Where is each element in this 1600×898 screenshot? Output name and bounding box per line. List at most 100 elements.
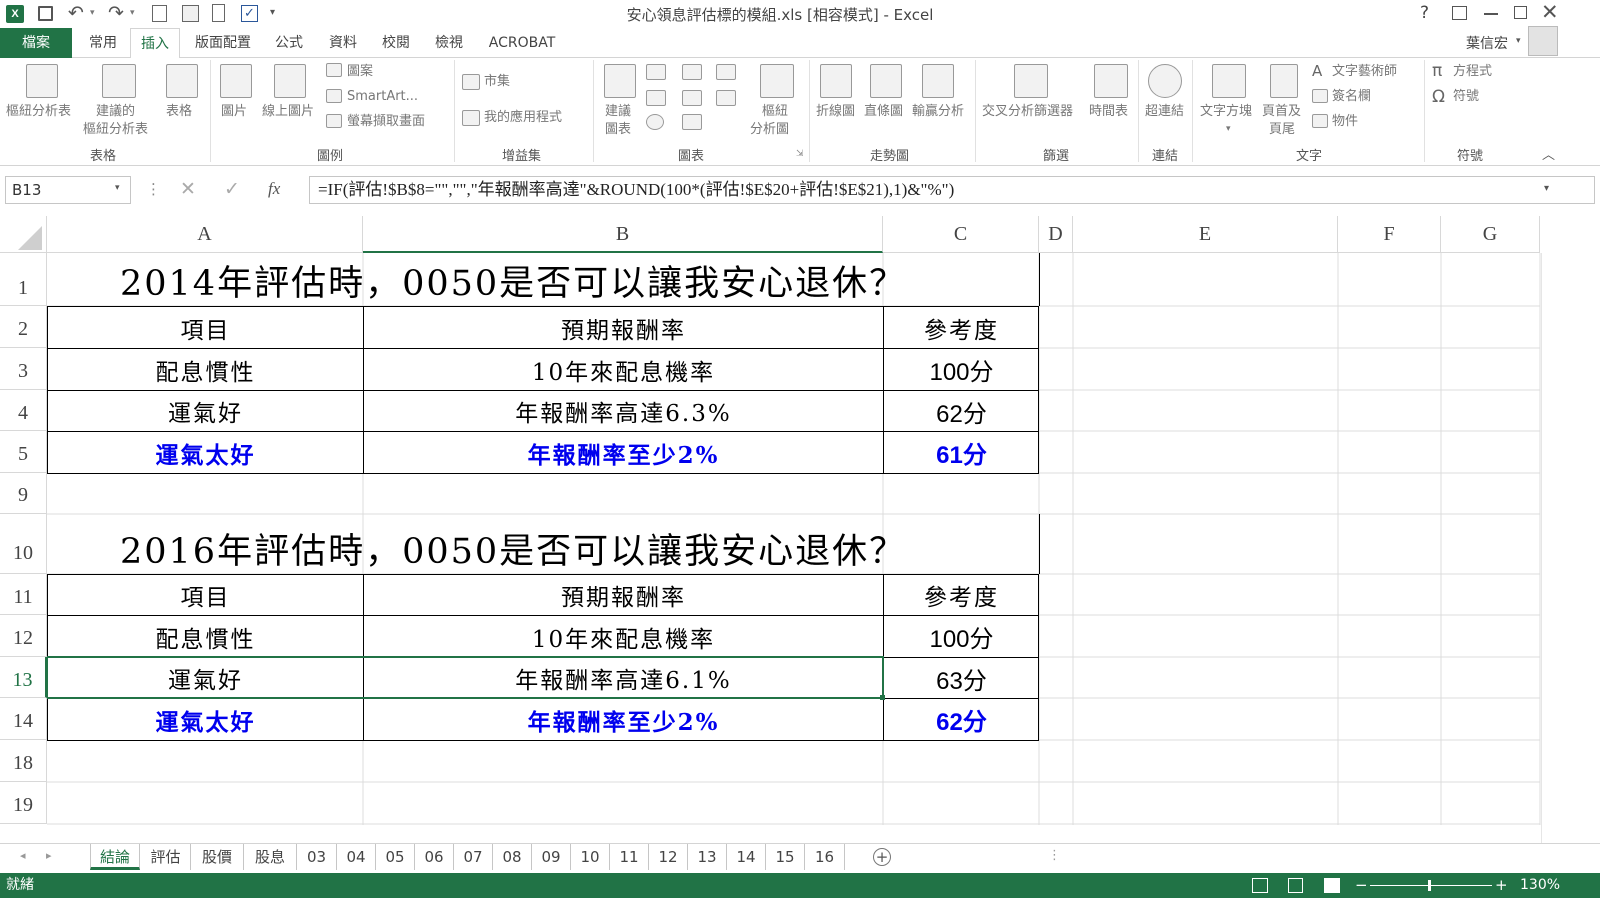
table1-r2-return[interactable]: 年報酬率高達6.3% xyxy=(364,391,883,431)
bar-chart-icon[interactable] xyxy=(682,64,702,80)
sheet-tab[interactable]: 11 xyxy=(610,844,649,870)
wordart-button[interactable]: 文字藝術師 xyxy=(1332,63,1397,80)
tab-review[interactable]: 校閱 xyxy=(372,28,420,58)
enter-icon[interactable]: ✓ xyxy=(224,178,240,200)
tab-page-layout[interactable]: 版面配置 xyxy=(186,28,260,58)
table2-r3-score[interactable]: 62分 xyxy=(884,699,1039,740)
row-header-13[interactable]: 13 xyxy=(0,657,47,698)
column-header-d[interactable]: D xyxy=(1039,216,1073,253)
sparkline-winloss-button[interactable]: 輸贏分析 xyxy=(912,103,964,120)
tab-data[interactable]: 資料 xyxy=(318,28,368,58)
timeline-icon[interactable] xyxy=(1094,64,1128,98)
recommended-pivot-label-1[interactable]: 建議的 xyxy=(96,103,135,120)
pivot-table-icon[interactable] xyxy=(26,64,58,98)
store-icon[interactable] xyxy=(462,74,480,90)
tab-file[interactable]: 檔案 xyxy=(0,28,72,58)
table1-header-score[interactable]: 參考度 xyxy=(884,307,1039,348)
header-footer-label-2[interactable]: 頁尾 xyxy=(1269,121,1295,138)
print-preview-icon[interactable] xyxy=(152,5,167,22)
tab-insert[interactable]: 插入 xyxy=(130,28,180,59)
name-box-dropdown-icon[interactable]: ▾ xyxy=(115,183,120,193)
shapes-icon[interactable] xyxy=(326,63,342,77)
header-footer-icon[interactable] xyxy=(1270,64,1298,98)
row-header-18[interactable]: 18 xyxy=(0,740,47,782)
redo-dropdown-icon[interactable]: ▾ xyxy=(130,8,135,18)
hyperlink-button[interactable]: 超連結 xyxy=(1145,103,1184,120)
equation-button[interactable]: 方程式 xyxy=(1453,63,1492,80)
recommended-charts-label-2[interactable]: 圖表 xyxy=(605,121,631,138)
table1-r1-return[interactable]: 10年來配息機率 xyxy=(364,349,883,390)
smartart-button[interactable]: SmartArt... xyxy=(347,88,418,105)
table1-header-return[interactable]: 預期報酬率 xyxy=(364,307,883,348)
sheet-tab-conclusion[interactable]: 結論 xyxy=(90,844,140,870)
vertical-scrollbar[interactable] xyxy=(1541,253,1600,843)
tab-acrobat[interactable]: ACROBAT xyxy=(480,28,564,58)
table1-title-cell[interactable]: 2014年評估時，0050是否可以讓我安心退休？ xyxy=(48,254,1038,306)
picture-icon[interactable] xyxy=(220,64,252,98)
table2-r2-item[interactable]: 運氣好 xyxy=(48,658,363,698)
table1-r1-item[interactable]: 配息慣性 xyxy=(48,349,363,390)
screenshot-icon[interactable] xyxy=(326,114,342,128)
sheet-tab[interactable]: 09 xyxy=(532,844,571,870)
row-header-11[interactable]: 11 xyxy=(0,574,47,615)
page-layout-view-icon[interactable] xyxy=(1288,878,1303,893)
new-sheet-icon[interactable]: + xyxy=(873,848,891,866)
table2-r1-item[interactable]: 配息慣性 xyxy=(48,616,363,657)
row-header-10[interactable]: 10 xyxy=(0,514,47,574)
sheet-tab[interactable]: 股價 xyxy=(191,844,244,870)
tab-home[interactable]: 常用 xyxy=(80,28,126,58)
sheet-tab[interactable]: 05 xyxy=(376,844,415,870)
tab-view[interactable]: 檢視 xyxy=(424,28,474,58)
row-header-9[interactable]: 9 xyxy=(0,473,47,514)
signature-line-icon[interactable] xyxy=(1312,89,1328,103)
sheet-tab[interactable]: 08 xyxy=(493,844,532,870)
recommended-charts-icon[interactable] xyxy=(604,64,636,98)
row-header-14[interactable]: 14 xyxy=(0,698,47,740)
avatar[interactable] xyxy=(1528,26,1558,56)
zoom-slider-thumb[interactable] xyxy=(1428,880,1431,891)
slicer-icon[interactable] xyxy=(1014,64,1048,98)
symbol-button[interactable]: 符號 xyxy=(1453,88,1479,105)
hyperlink-icon[interactable] xyxy=(1148,64,1182,98)
shapes-button[interactable]: 圖案 xyxy=(347,63,373,80)
tab-formulas[interactable]: 公式 xyxy=(266,28,312,58)
sparkline-line-button[interactable]: 折線圖 xyxy=(816,103,855,120)
sheet-tab[interactable]: 13 xyxy=(688,844,727,870)
signature-line-button[interactable]: 簽名欄 xyxy=(1332,88,1371,105)
table1-r3-score[interactable]: 61分 xyxy=(884,432,1039,473)
table1-header-item[interactable]: 項目 xyxy=(48,307,363,348)
table2-r3-return[interactable]: 年報酬率至少2% xyxy=(364,699,883,740)
close-icon[interactable]: ✕ xyxy=(1541,0,1559,24)
column-header-f[interactable]: F xyxy=(1338,216,1441,253)
textbox-icon[interactable] xyxy=(1212,64,1246,98)
undo-dropdown-icon[interactable]: ▾ xyxy=(90,8,95,18)
pivot-chart-label-2[interactable]: 分析圖 xyxy=(750,121,789,138)
wordart-icon[interactable]: A xyxy=(1312,62,1322,80)
column-header-c[interactable]: C xyxy=(883,216,1039,253)
minimize-icon[interactable] xyxy=(1484,13,1498,15)
column-header-a[interactable]: A xyxy=(47,216,363,253)
pivot-chart-icon[interactable] xyxy=(760,64,794,98)
more-icon[interactable]: ⋮ xyxy=(146,180,161,198)
cancel-icon[interactable]: ✕ xyxy=(180,178,196,200)
sheet-tab[interactable]: 股息 xyxy=(244,844,297,870)
table2-r2-score[interactable]: 63分 xyxy=(884,658,1039,698)
insert-function-icon[interactable]: fx xyxy=(268,179,280,199)
excel-logo-icon[interactable]: X xyxy=(6,5,24,23)
scroll-tabs-left-icon[interactable]: ◂ xyxy=(20,849,26,862)
column-header-b[interactable]: B xyxy=(363,216,883,253)
column-chart-icon[interactable] xyxy=(646,64,666,80)
normal-view-icon[interactable] xyxy=(1252,878,1268,893)
formula-expand-icon[interactable]: ▾ xyxy=(1544,183,1549,194)
row-header-3[interactable]: 3 xyxy=(0,348,47,390)
object-icon[interactable] xyxy=(1312,114,1328,128)
pivot-table-button[interactable]: 樞紐分析表 xyxy=(6,103,71,120)
column-header-g[interactable]: G xyxy=(1441,216,1540,253)
store-button[interactable]: 市集 xyxy=(484,73,510,90)
my-apps-button[interactable]: 我的應用程式 xyxy=(484,109,562,126)
timeline-button[interactable]: 時間表 xyxy=(1089,103,1128,120)
dialog-launcher-icon[interactable]: ⇲ xyxy=(796,149,804,159)
row-header-4[interactable]: 4 xyxy=(0,390,47,431)
sheet-tab[interactable]: 評估 xyxy=(141,844,191,870)
recommended-pivot-icon[interactable] xyxy=(102,64,136,98)
